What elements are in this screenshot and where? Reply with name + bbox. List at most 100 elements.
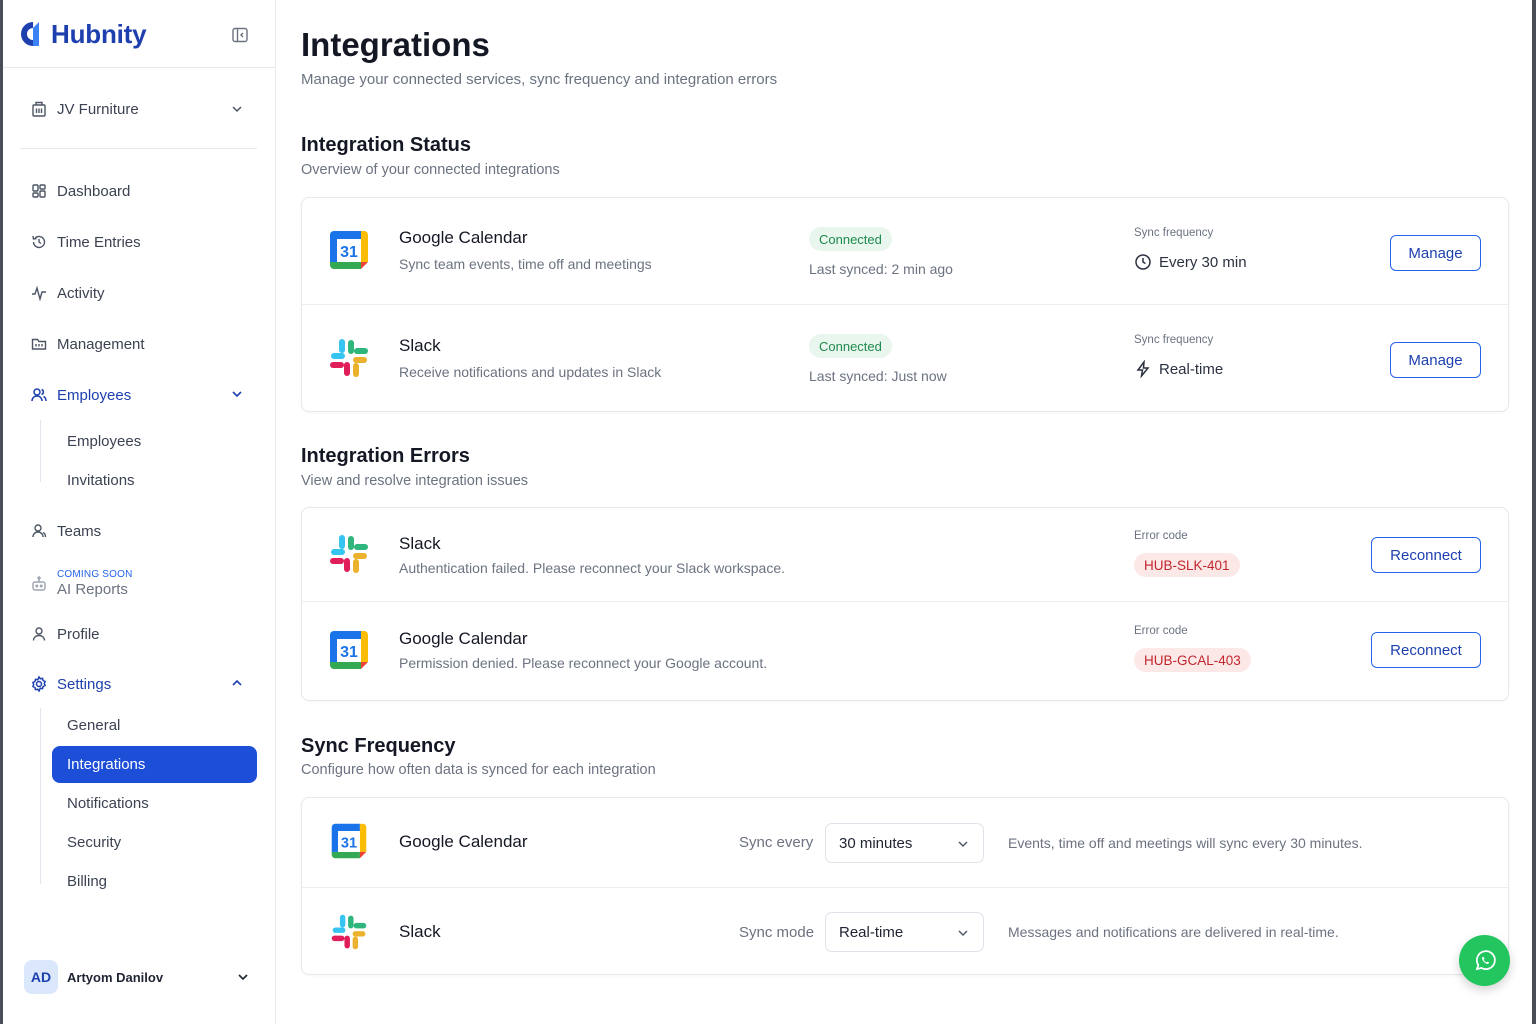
org-switcher[interactable]: JV Furniture <box>30 96 250 122</box>
svg-text:31: 31 <box>340 644 358 661</box>
last-synced: Last synced: Just now <box>809 368 947 384</box>
folder-icon <box>31 338 47 350</box>
reconnect-button[interactable]: Reconnect <box>1371 632 1481 668</box>
org-name: JV Furniture <box>57 100 139 118</box>
last-synced: Last synced: 2 min ago <box>809 261 953 277</box>
sidebar-item-employees[interactable]: Employees <box>30 381 250 409</box>
status-row-google-calendar: 31 Google Calendar Sync team events, tim… <box>302 198 1508 304</box>
user-menu[interactable]: AD Artyom Danilov <box>24 958 256 996</box>
sidebar-item-dashboard[interactable]: Dashboard <box>30 177 250 205</box>
status-badge: Connected <box>809 227 892 251</box>
integration-name: Google Calendar <box>399 629 528 648</box>
status-card: 31 Google Calendar Sync team events, tim… <box>301 197 1509 412</box>
chevron-down-icon <box>238 974 248 981</box>
sidebar-subitem-security[interactable]: Security <box>52 824 257 861</box>
activity-icon <box>32 285 46 302</box>
sync-mode-select[interactable]: Real-time <box>825 912 984 952</box>
sidebar-item-label: Settings <box>57 675 112 693</box>
frequency-text: Every 30 min <box>1159 253 1247 271</box>
scrollbar[interactable] <box>1532 0 1536 1024</box>
svg-text:31: 31 <box>341 835 357 851</box>
history-icon <box>32 235 46 249</box>
sidebar-subitem-notifications[interactable]: Notifications <box>52 785 257 822</box>
sync-card: 31 Google Calendar Sync every 30 minutes… <box>301 797 1509 975</box>
sync-section-title: Sync Frequency <box>301 735 456 757</box>
sidebar-item-management[interactable]: Management <box>30 330 250 358</box>
google-calendar-icon: 31 <box>331 823 367 859</box>
integration-name: Slack <box>399 534 441 553</box>
sidebar-subitem-invitations[interactable]: Invitations <box>52 462 257 499</box>
chevron-up-icon <box>232 679 242 686</box>
chevron-down-icon <box>232 106 242 113</box>
sync-row-slack: Slack Sync mode Real-time Messages and n… <box>302 887 1508 976</box>
sync-note: Messages and notifications are delivered… <box>1008 924 1339 940</box>
sidebar-divider <box>3 67 275 68</box>
integration-description: Sync team events, time off and meetings <box>399 256 652 272</box>
users-icon <box>31 388 47 402</box>
sidebar-item-label: Management <box>57 335 145 353</box>
sync-interval-select[interactable]: 30 minutes <box>825 823 984 863</box>
team-icon <box>32 524 47 538</box>
status-section-title: Integration Status <box>301 134 472 156</box>
google-calendar-icon: 31 <box>330 631 368 669</box>
sidebar-item-label: Profile <box>57 625 100 643</box>
select-value: Real-time <box>839 923 904 941</box>
sidebar-subitem-employees[interactable]: Employees <box>52 423 257 460</box>
user-name: Artyom Danilov <box>67 969 164 985</box>
sync-frequency-label: Sync frequency <box>1134 334 1214 346</box>
integration-name: Slack <box>399 336 441 355</box>
sidebar-subitem-integrations[interactable]: Integrations <box>52 746 257 783</box>
bot-icon <box>32 576 46 591</box>
sidebar-item-label: Teams <box>57 522 102 540</box>
sync-frequency-label: Sync frequency <box>1134 227 1214 239</box>
sidebar-item-activity[interactable]: Activity <box>30 279 250 307</box>
sidebar-item-time-entries[interactable]: Time Entries <box>30 228 250 256</box>
page-title: Integrations <box>301 26 490 63</box>
reconnect-button[interactable]: Reconnect <box>1371 537 1481 573</box>
slack-icon <box>331 914 367 950</box>
errors-card: Slack Authentication failed. Please reco… <box>301 507 1509 701</box>
errors-section-subtitle: View and resolve integration issues <box>301 473 529 489</box>
manage-button[interactable]: Manage <box>1390 342 1481 378</box>
svg-text:31: 31 <box>340 244 358 261</box>
select-value: 30 minutes <box>839 834 913 852</box>
sidebar-item-ai-reports[interactable]: COMING SOON AI Reports <box>30 567 250 601</box>
sidebar-item-label: Dashboard <box>57 182 131 200</box>
avatar: AD <box>24 960 58 994</box>
lightning-icon <box>1136 360 1150 378</box>
chevron-down-icon <box>958 930 968 936</box>
building-icon <box>32 101 46 117</box>
clock-icon <box>1135 254 1151 270</box>
sidebar-subitem-billing[interactable]: Billing <box>52 863 257 900</box>
sync-setting-label: Sync mode <box>739 924 815 941</box>
sidebar-item-settings[interactable]: Settings <box>30 670 250 698</box>
coming-soon-tag: COMING SOON <box>57 569 133 580</box>
sidebar-divider <box>20 148 257 149</box>
status-section-subtitle: Overview of your connected integrations <box>301 162 560 178</box>
brand[interactable]: Hubnity <box>18 17 147 51</box>
brand-name: Hubnity <box>51 18 147 49</box>
sidebar-item-label: Employees <box>57 386 132 404</box>
collapse-sidebar-icon[interactable] <box>231 26 249 44</box>
errors-section-title: Integration Errors <box>301 445 470 467</box>
integration-description: Receive notifications and updates in Sla… <box>399 364 662 380</box>
error-row-google-calendar: 31 Google Calendar Permission denied. Pl… <box>302 601 1508 701</box>
sync-frequency-value: Real-time <box>1134 360 1223 378</box>
error-description: Permission denied. Please reconnect your… <box>399 655 768 671</box>
sync-section-subtitle: Configure how often data is synced for e… <box>301 762 656 778</box>
sidebar-subitem-general[interactable]: General <box>52 707 257 744</box>
chevron-down-icon <box>232 391 242 398</box>
integration-name: Google Calendar <box>399 832 528 851</box>
sidebar-item-label: AI Reports <box>57 581 128 598</box>
gear-icon <box>31 675 47 693</box>
user-icon <box>32 627 46 641</box>
error-code-badge: HUB-SLK-401 <box>1134 553 1240 577</box>
sidebar-item-label: Activity <box>57 284 105 302</box>
whatsapp-chat-button[interactable] <box>1459 935 1510 986</box>
error-row-slack: Slack Authentication failed. Please reco… <box>302 508 1508 601</box>
sidebar-item-profile[interactable]: Profile <box>30 620 250 648</box>
sidebar-item-teams[interactable]: Teams <box>30 517 250 545</box>
integration-name: Google Calendar <box>399 228 528 247</box>
chevron-down-icon <box>958 841 968 847</box>
manage-button[interactable]: Manage <box>1390 235 1481 271</box>
